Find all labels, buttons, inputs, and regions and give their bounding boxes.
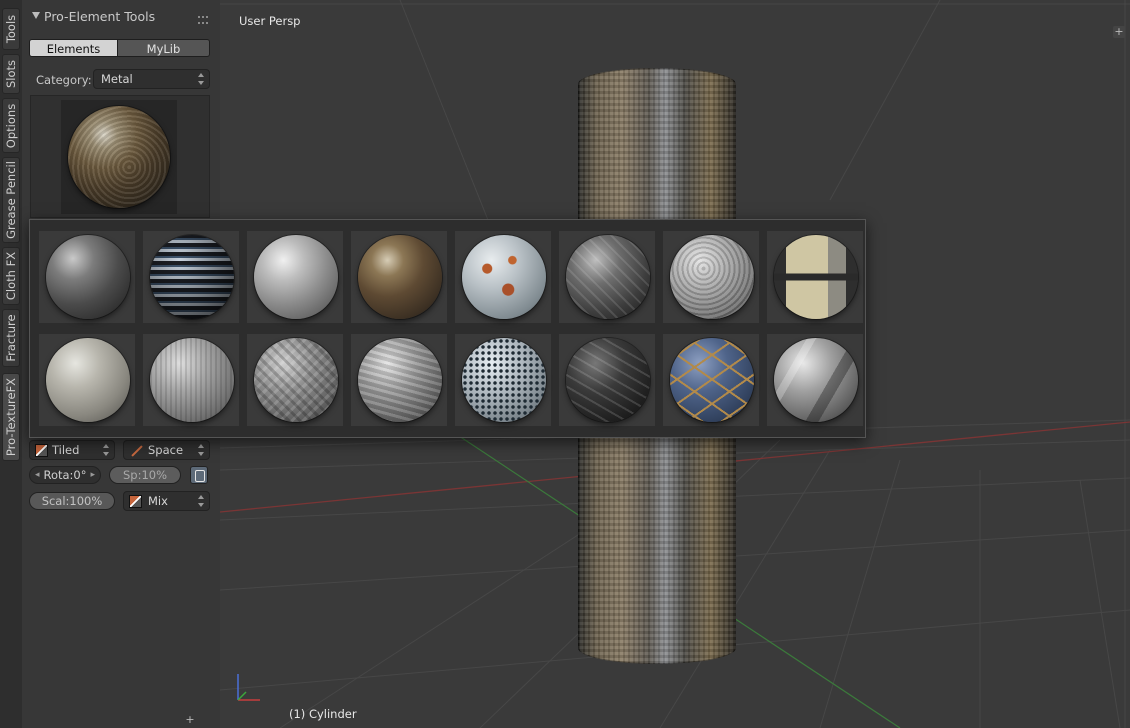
- drag-grip-icon[interactable]: [198, 16, 208, 24]
- crumpled-foil-sphere: [774, 338, 858, 422]
- painted-rust-spots-sphere: [462, 235, 546, 319]
- dark-diamond-plate-sphere: [566, 235, 650, 319]
- category-value: Metal: [101, 72, 133, 86]
- perforated-mesh-sphere: [462, 338, 546, 422]
- material-tile[interactable]: [351, 334, 447, 426]
- elements-toggle-button[interactable]: Elements: [29, 39, 118, 57]
- blend-mode-dropdown[interactable]: Mix: [123, 491, 210, 511]
- material-tile[interactable]: [39, 231, 135, 323]
- decrement-arrow-icon[interactable]: ◂: [35, 467, 40, 483]
- collapse-triangle-icon[interactable]: [32, 12, 40, 19]
- black-woven-metal-sphere: [566, 338, 650, 422]
- tab-pro-texturefx[interactable]: Pro-TextureFX: [2, 373, 20, 461]
- material-tile[interactable]: [39, 334, 135, 426]
- vertical-brushed-metal-sphere: [150, 338, 234, 422]
- blue-riveted-plates-sphere: [670, 338, 754, 422]
- tab-grease-pencil[interactable]: Grease Pencil: [2, 157, 20, 243]
- rusty-stained-metal-sphere: [358, 235, 442, 319]
- banded-steel-panel-sphere: [774, 235, 858, 319]
- material-tile[interactable]: [767, 231, 863, 323]
- material-tile[interactable]: [455, 334, 551, 426]
- panel-add-icon[interactable]: +: [184, 714, 196, 726]
- pressure-toggle-button[interactable]: [190, 466, 208, 484]
- dark-scratched-metal-sphere: [46, 235, 130, 319]
- ribbed-metal-stripes-sphere: [150, 235, 234, 319]
- panel-title: Pro-Element Tools: [44, 9, 156, 24]
- tab-tools[interactable]: Tools: [2, 8, 20, 50]
- brush-stroke-icon: [131, 445, 143, 457]
- material-tile[interactable]: [559, 231, 655, 323]
- material-tile[interactable]: [143, 231, 239, 323]
- tab-cloth-fx[interactable]: Cloth FX: [2, 247, 20, 305]
- updown-arrows-icon: [103, 444, 109, 456]
- updown-arrows-icon: [198, 444, 204, 456]
- vertical-tab-strip: Tools Slots Options Grease Pencil Cloth …: [0, 0, 23, 728]
- mapping-dropdown[interactable]: Tiled: [29, 440, 115, 460]
- material-picker-popup: [29, 219, 866, 438]
- material-tile[interactable]: [663, 334, 759, 426]
- spacing-value: Sp:10%: [122, 468, 168, 482]
- diamond-tread-plate-sphere: [254, 338, 338, 422]
- category-dropdown[interactable]: Metal: [93, 69, 210, 89]
- selected-object-label: (1) Cylinder: [289, 707, 357, 721]
- space-value: Space: [148, 443, 184, 457]
- rotation-value: Rota:0°: [43, 468, 87, 482]
- panel-header[interactable]: Pro-Element Tools: [22, 4, 220, 28]
- increment-arrow-icon[interactable]: ▸: [90, 467, 95, 483]
- brushed-silver-metal-sphere: [254, 235, 338, 319]
- material-tile[interactable]: [559, 334, 655, 426]
- scale-value: Scal:100%: [41, 494, 103, 508]
- worn-pale-metal-sphere: [46, 338, 130, 422]
- tab-slots[interactable]: Slots: [2, 54, 20, 94]
- space-dropdown[interactable]: Space: [123, 440, 210, 460]
- hammered-metal-sphere: [670, 235, 754, 319]
- tablet-pressure-icon: [195, 470, 205, 482]
- scale-field[interactable]: Scal:100%: [29, 492, 115, 510]
- material-tile[interactable]: [143, 334, 239, 426]
- axis-gizmo-icon: [237, 674, 260, 701]
- viewport-title: User Persp: [239, 14, 301, 28]
- spacing-field[interactable]: Sp:10%: [109, 466, 181, 484]
- preview-sphere: [68, 106, 170, 208]
- tab-fracture[interactable]: Fracture: [2, 309, 20, 367]
- material-tile[interactable]: [767, 334, 863, 426]
- updown-arrows-icon: [198, 495, 204, 507]
- viewport-add-icon[interactable]: +: [1113, 26, 1125, 38]
- material-tile[interactable]: [455, 231, 551, 323]
- tab-options[interactable]: Options: [2, 98, 20, 153]
- mylib-toggle-button[interactable]: MyLib: [118, 39, 210, 57]
- preview-background: [61, 100, 177, 214]
- mapping-value: Tiled: [52, 443, 80, 457]
- updown-arrows-icon: [198, 73, 204, 85]
- material-preview[interactable]: [30, 95, 210, 218]
- material-tile[interactable]: [351, 231, 447, 323]
- material-tile[interactable]: [247, 334, 343, 426]
- checker-texture-icon: [35, 444, 48, 457]
- blend-value: Mix: [148, 494, 168, 508]
- material-tile[interactable]: [663, 231, 759, 323]
- category-label: Category:: [36, 73, 92, 87]
- material-tile[interactable]: [247, 231, 343, 323]
- rotation-field[interactable]: ◂ Rota:0° ▸: [29, 466, 101, 484]
- checker-texture-icon: [129, 495, 142, 508]
- wavy-brushed-metal-sphere: [358, 338, 442, 422]
